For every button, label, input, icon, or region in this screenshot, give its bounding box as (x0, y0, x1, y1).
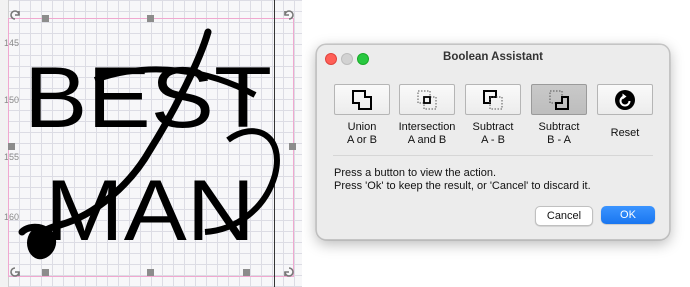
rotate-handle-icon[interactable] (282, 265, 296, 279)
rotate-handle-icon[interactable] (282, 8, 296, 22)
title-bar[interactable]: Boolean Assistant (317, 45, 669, 71)
union-icon (352, 89, 372, 110)
subtract-b-a-button[interactable] (531, 84, 587, 115)
resize-handle[interactable] (8, 143, 15, 150)
subtract-a-b-button[interactable] (465, 84, 521, 115)
design-canvas[interactable]: 145 150 155 160 BEST MAN (0, 0, 302, 287)
instruction-text-1: Press a button to view the action. (334, 167, 497, 179)
union-label: Union A or B (347, 121, 377, 146)
resize-handle[interactable] (289, 143, 296, 150)
resize-handle[interactable] (42, 15, 49, 22)
union-button[interactable] (334, 84, 390, 115)
boolean-assistant-dialog: Boolean Assistant Union A or B Intersecti… (316, 44, 670, 240)
intersection-label: Intersection A and B (398, 121, 456, 146)
resize-handle[interactable] (147, 269, 154, 276)
instruction-text-2: Press 'Ok' to keep the result, or 'Cance… (334, 180, 591, 192)
subtract-b-a-label: Subtract B - A (538, 121, 580, 146)
rotate-handle-icon[interactable] (8, 265, 22, 279)
dialog-title: Boolean Assistant (443, 51, 543, 63)
intersection-icon (417, 90, 437, 109)
resize-handle[interactable] (42, 269, 49, 276)
resize-handle[interactable] (147, 15, 154, 22)
reset-button[interactable] (597, 84, 653, 115)
art-text-man: MAN (45, 163, 255, 259)
cancel-button[interactable]: Cancel (535, 206, 593, 226)
separator (333, 155, 653, 156)
subtract-a-b-icon (483, 89, 503, 109)
intersection-button[interactable] (399, 84, 455, 115)
subtract-b-a-icon (549, 90, 569, 110)
rotate-handle-icon[interactable] (8, 8, 22, 22)
resize-handle[interactable] (243, 269, 250, 276)
reset-icon (615, 89, 635, 110)
reset-label: Reset (610, 127, 640, 139)
artwork[interactable]: BEST MAN (0, 0, 302, 287)
ok-button[interactable]: OK (601, 206, 655, 224)
art-text-best: BEST (24, 50, 272, 146)
subtract-a-b-label: Subtract A - B (472, 121, 514, 146)
